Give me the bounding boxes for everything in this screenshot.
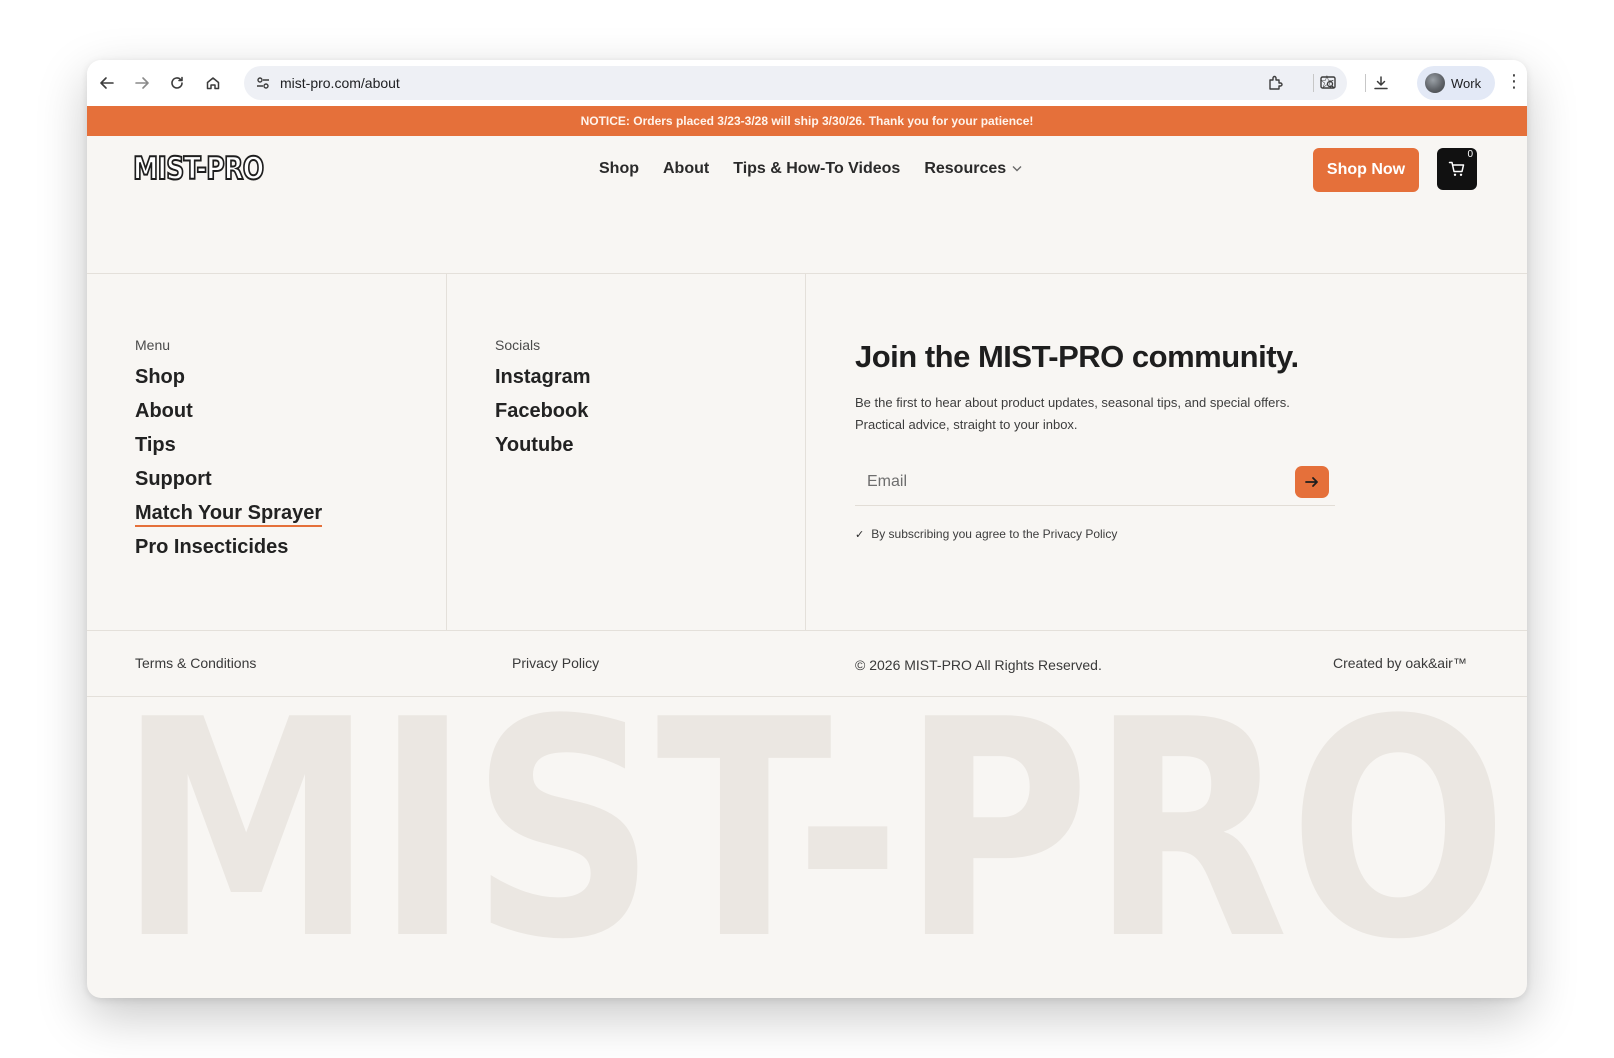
nav-resources-label: Resources: [924, 160, 1007, 177]
column-divider: [805, 274, 806, 630]
privacy-agreement-text: By subscribing you agree to the Privacy …: [871, 527, 1118, 541]
footer-link-match-sprayer[interactable]: Match Your Sprayer: [135, 496, 323, 530]
address-bar[interactable]: mist-pro.com/about ☆: [244, 66, 1347, 100]
footer-link-support[interactable]: Support: [135, 462, 322, 496]
footer-menu: Shop About Tips Support Match Your Spray…: [135, 360, 323, 564]
footer-link-match-sprayer-label[interactable]: Match Your Sprayer: [135, 502, 323, 527]
cart-count-badge: 0: [1467, 149, 1473, 160]
subscribe-button[interactable]: [1295, 466, 1329, 498]
email-input[interactable]: [855, 462, 1275, 502]
tab-search-icon[interactable]: [1314, 69, 1342, 97]
site-logo[interactable]: MIST-PRO: [132, 150, 265, 188]
main-nav: Shop About Tips & How-To Videos Resource…: [599, 158, 1046, 180]
cart-button[interactable]: 0: [1437, 148, 1477, 190]
credit-link[interactable]: Created by oak&air™: [1333, 654, 1467, 672]
profile-name: Work: [1451, 75, 1482, 91]
arrow-right-icon: [1305, 477, 1318, 487]
privacy-link[interactable]: Privacy Policy: [512, 654, 599, 672]
extensions-icon[interactable]: [1262, 69, 1290, 97]
footer-middle-divider: [87, 630, 1527, 631]
download-icon[interactable]: [1367, 69, 1395, 97]
privacy-agreement: ✓ By subscribing you agree to the Privac…: [855, 527, 1117, 541]
socials-label: Socials: [495, 337, 541, 353]
menu-label: Menu: [135, 337, 171, 353]
column-divider: [446, 274, 447, 630]
back-arrow-icon[interactable]: [93, 69, 121, 97]
footer-link-facebook[interactable]: Facebook: [495, 394, 591, 428]
profile-button[interactable]: Work: [1417, 66, 1495, 100]
nav-shop[interactable]: Shop: [599, 158, 639, 180]
url-text[interactable]: mist-pro.com/about: [280, 74, 400, 92]
footer-socials: Instagram Facebook Youtube: [495, 360, 591, 462]
newsletter-form: [855, 462, 1335, 506]
menu-dots-icon[interactable]: ⋮: [1505, 72, 1523, 90]
footer-link-tips[interactable]: Tips: [135, 428, 322, 462]
avatar: [1425, 73, 1445, 93]
terms-link[interactable]: Terms & Conditions: [135, 654, 256, 672]
footer-link-about[interactable]: About: [135, 394, 322, 428]
browser-window: mist-pro.com/about ☆ Work ⋮ NOTICE: Orde…: [87, 60, 1527, 998]
site-header: MIST-PRO Shop About Tips & How-To Videos…: [87, 136, 1527, 202]
site-settings-icon[interactable]: [254, 74, 272, 92]
nav-tips-videos[interactable]: Tips & How-To Videos: [733, 158, 900, 180]
nav-resources[interactable]: Resources: [924, 158, 1022, 180]
checkmark-icon: ✓: [855, 528, 865, 541]
footer-link-pro-insecticides[interactable]: Pro Insecticides: [135, 530, 322, 564]
cart-icon: [1448, 161, 1465, 176]
nav-about[interactable]: About: [663, 158, 709, 180]
shop-now-button[interactable]: Shop Now: [1313, 148, 1419, 192]
notice-bar: NOTICE: Orders placed 3/23-3/28 will shi…: [87, 106, 1527, 136]
home-icon[interactable]: [199, 69, 227, 97]
toolbar-divider: [1365, 74, 1366, 92]
footer-link-shop[interactable]: Shop: [135, 360, 322, 394]
notice-text: NOTICE: Orders placed 3/23-3/28 will shi…: [580, 114, 1034, 128]
footer-wordmark: MIST-PRO: [118, 672, 1508, 992]
browser-toolbar: mist-pro.com/about ☆ Work ⋮: [87, 60, 1527, 106]
forward-arrow-icon[interactable]: [128, 69, 156, 97]
footer-top-divider: [87, 273, 1527, 274]
footer-link-youtube[interactable]: Youtube: [495, 428, 591, 462]
wordmark-text: MIST-PRO: [118, 672, 1508, 992]
footer-link-instagram[interactable]: Instagram: [495, 360, 591, 394]
newsletter-description: Be the first to hear about product updat…: [855, 395, 1290, 432]
newsletter-title: Join the MIST-PRO community.: [855, 339, 1299, 374]
reload-icon[interactable]: [163, 69, 191, 97]
chevron-down-icon: [1012, 158, 1022, 180]
